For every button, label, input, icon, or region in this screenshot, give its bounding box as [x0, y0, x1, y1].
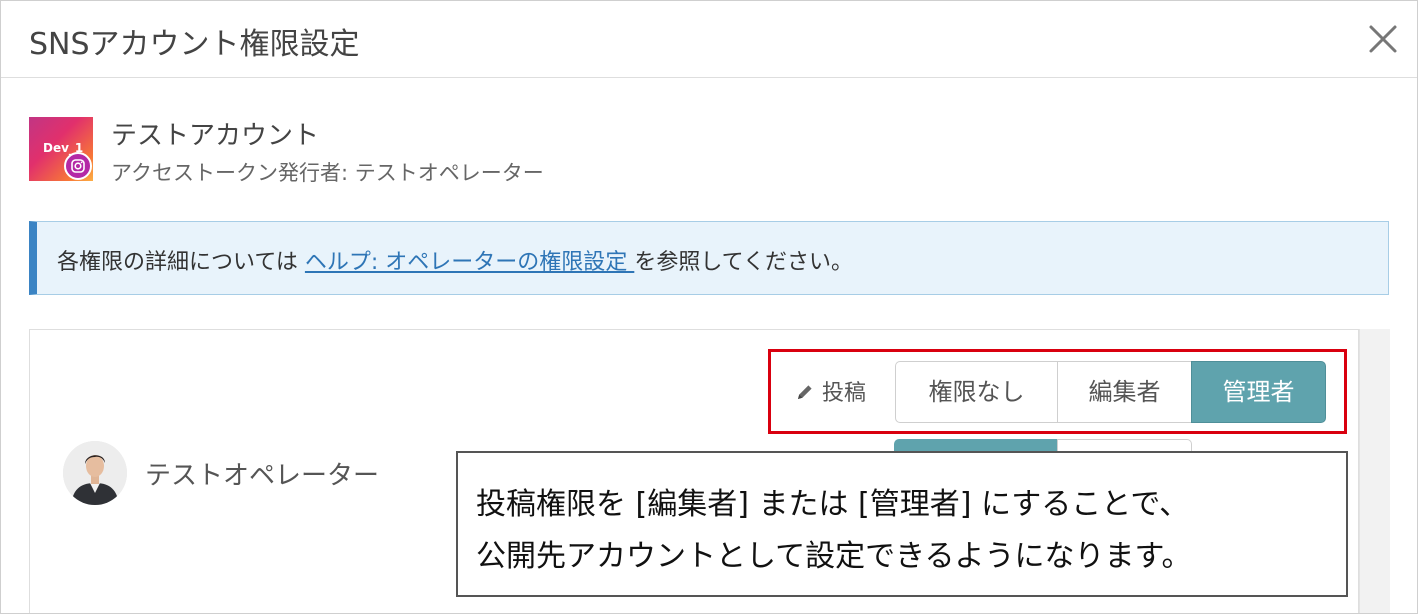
info-text-after: を参照してください。 — [634, 250, 853, 275]
token-issuer: アクセストークン発行者: テストオペレーター — [111, 161, 544, 185]
callout-line-2: 公開先アカウントとして設定できるようになります。 — [476, 539, 1192, 574]
sns-account: Dev_1 テストアカウント アクセストークン発行者: テストオペレーター — [29, 117, 929, 187]
callout-line-1: 投稿権限を [編集者] または [管理者] にすることで、 — [476, 487, 1190, 522]
scrollbar[interactable] — [1359, 329, 1390, 613]
operator-name: テストオペレーター — [145, 461, 380, 491]
highlight-frame — [768, 349, 1347, 434]
info-alert: 各権限の詳細については ヘルプ: オペレーターの権限設定 を参照してください。 — [29, 221, 1389, 295]
modal-header: SNSアカウント権限設定 — [1, 1, 1417, 78]
operator-row: テストオペレーター — [63, 441, 463, 505]
operator-avatar — [63, 441, 127, 505]
account-name: テストアカウント — [111, 121, 320, 151]
info-text: 各権限の詳細については ヘルプ: オペレーターの権限設定 を参照してください。 — [57, 244, 853, 276]
info-text-before: 各権限の詳細については — [57, 250, 305, 275]
instagram-icon — [64, 152, 92, 180]
help-link[interactable]: ヘルプ: オペレーターの権限設定 — [305, 250, 634, 275]
close-icon[interactable] — [1363, 19, 1403, 59]
account-avatar: Dev_1 — [29, 117, 93, 181]
annotation-callout: 投稿権限を [編集者] または [管理者] にすることで、 公開先アカウントとし… — [456, 451, 1348, 597]
modal-title: SNSアカウント権限設定 — [29, 27, 360, 62]
permission-modal: SNSアカウント権限設定 Dev_1 テストアカウント アクセストークン発行者:… — [0, 0, 1418, 614]
